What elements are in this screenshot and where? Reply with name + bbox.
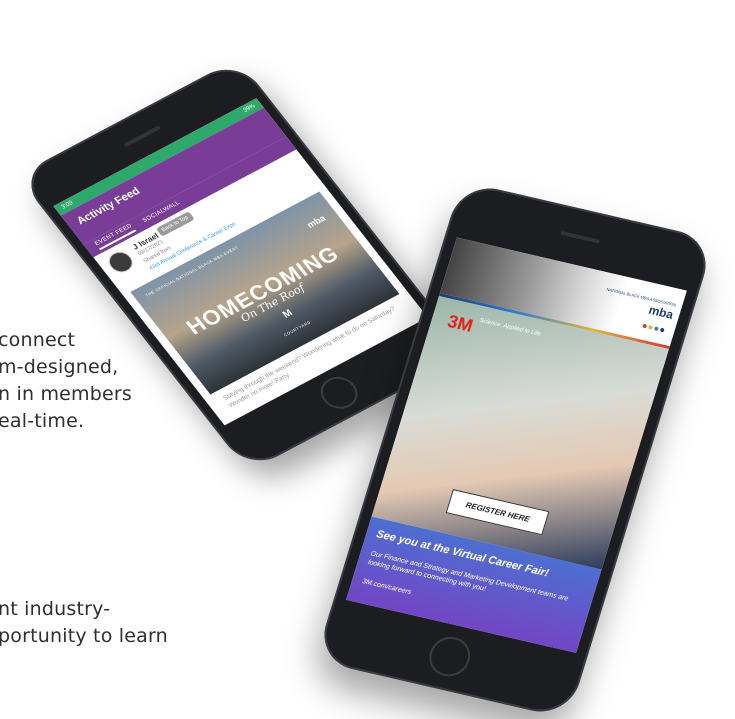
background-paragraph-2: nt industry- portunity to learn <box>0 596 168 650</box>
speaker-grille <box>559 230 601 244</box>
brand-dots <box>642 323 665 333</box>
brand-dot <box>648 324 654 330</box>
avatar[interactable] <box>104 248 138 277</box>
bg-line: m-designed, <box>0 356 119 378</box>
brand-logo: 3M <box>445 311 476 336</box>
speaker-grille <box>123 125 162 148</box>
brand-tagline: Science. Applied to Life. <box>478 317 543 338</box>
brand-dot <box>642 323 648 329</box>
home-button[interactable] <box>424 632 476 681</box>
bg-line: nt industry- <box>0 598 111 620</box>
register-button[interactable]: REGISTER HERE <box>445 489 550 536</box>
venue-logo-icon: M <box>280 307 296 321</box>
banner-venue: COURTYARD <box>282 319 312 338</box>
bg-line: n in members <box>0 383 133 405</box>
brand-dot <box>653 326 659 332</box>
bg-line: portunity to learn <box>0 625 168 647</box>
bg-line: eal-time. <box>0 410 85 432</box>
org-logo: NATIONAL BLACK MBA ASSOCIATION mba <box>602 285 677 322</box>
banner-logo: mba <box>304 213 328 230</box>
bg-line: connect <box>0 329 76 351</box>
home-button[interactable] <box>313 371 365 415</box>
background-paragraph-1: connect m-designed, n in members eal-tim… <box>0 327 132 435</box>
brand-dot <box>659 327 665 333</box>
